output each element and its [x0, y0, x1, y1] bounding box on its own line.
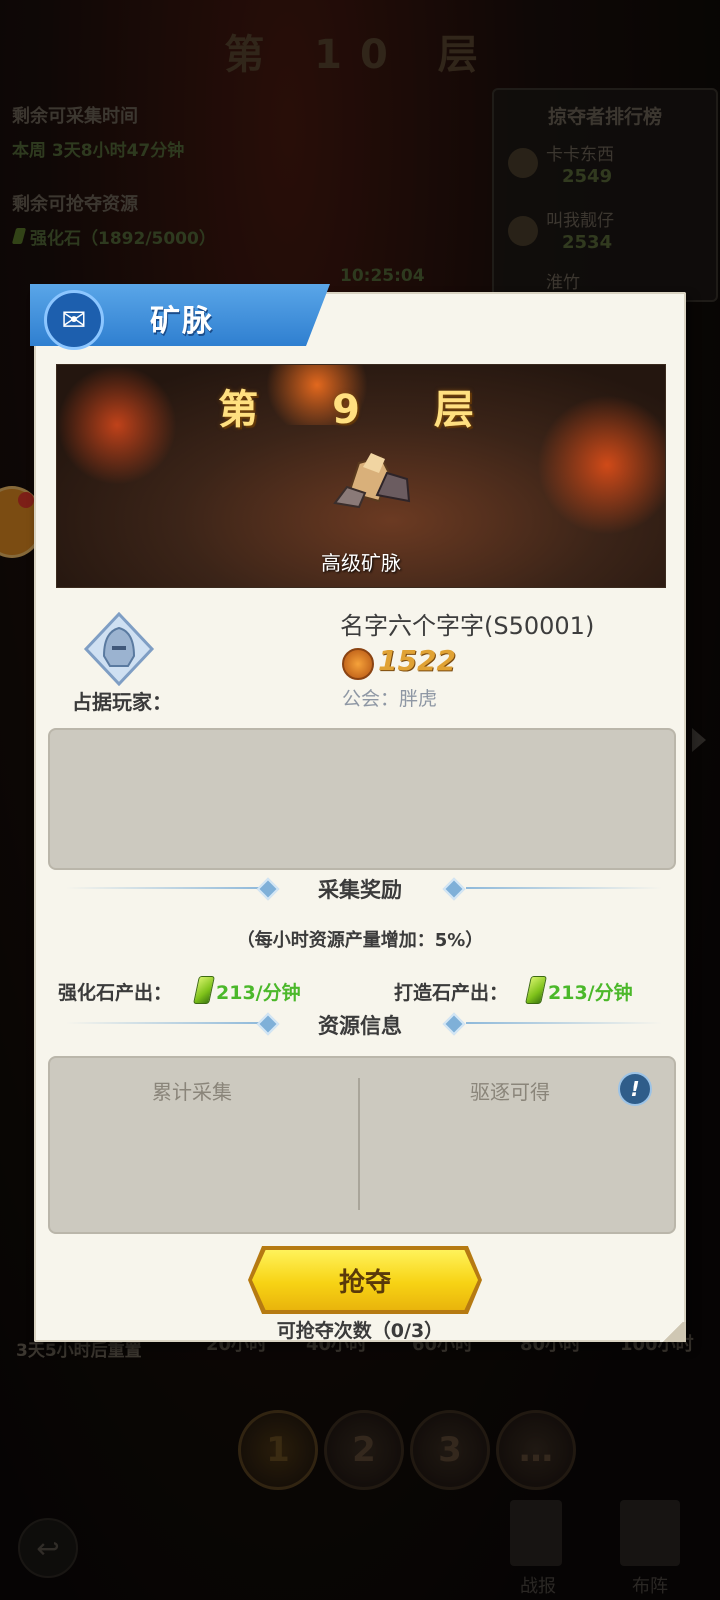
resource-info-box — [48, 1056, 676, 1234]
occupant-guild: 公会：胖虎 — [342, 688, 438, 710]
rob-button[interactable]: 抢夺 — [252, 1250, 478, 1310]
divider-line — [66, 1022, 262, 1024]
rewards-title: 采集奖励 — [318, 878, 402, 902]
occupant-label: 占据玩家： — [72, 690, 172, 714]
expel-reward-label: 驱逐可得 — [470, 1080, 550, 1104]
knight-helmet-icon — [83, 612, 155, 686]
divider-line — [466, 887, 662, 889]
forge-output-value: 213/分钟 — [548, 982, 633, 1004]
divider-line — [66, 887, 262, 889]
strengthen-output-label: 强化石产出： — [58, 982, 173, 1004]
banner-floor-title: 第 9 层 — [218, 387, 504, 433]
scroll-icon: ✉ — [44, 290, 104, 350]
dialog-title: 矿脉 — [150, 304, 214, 339]
resources-title: 资源信息 — [318, 1014, 402, 1038]
power-fist-icon — [342, 648, 374, 680]
collected-label: 累计采集 — [152, 1080, 232, 1104]
forge-output-label: 打造石产出： — [394, 982, 509, 1004]
floor-banner: 第 9 层 高级矿脉 — [56, 364, 666, 588]
ore-icon — [333, 453, 411, 509]
occupant-name: 名字六个字字(S50001) — [340, 612, 595, 640]
banner-mine-type: 高级矿脉 — [321, 551, 401, 575]
rewards-bonus-text: （每小时资源产量增加：5%） — [236, 930, 484, 951]
strengthen-output-value: 213/分钟 — [216, 982, 301, 1004]
resource-separator — [358, 1078, 360, 1210]
occupant-power: 1522 — [378, 644, 456, 677]
divider-line — [466, 1022, 662, 1024]
occupant-lineup-box — [48, 728, 676, 870]
rob-count-text: 可抢夺次数（0/3） — [276, 1320, 444, 1342]
info-icon[interactable]: ! — [618, 1072, 652, 1106]
